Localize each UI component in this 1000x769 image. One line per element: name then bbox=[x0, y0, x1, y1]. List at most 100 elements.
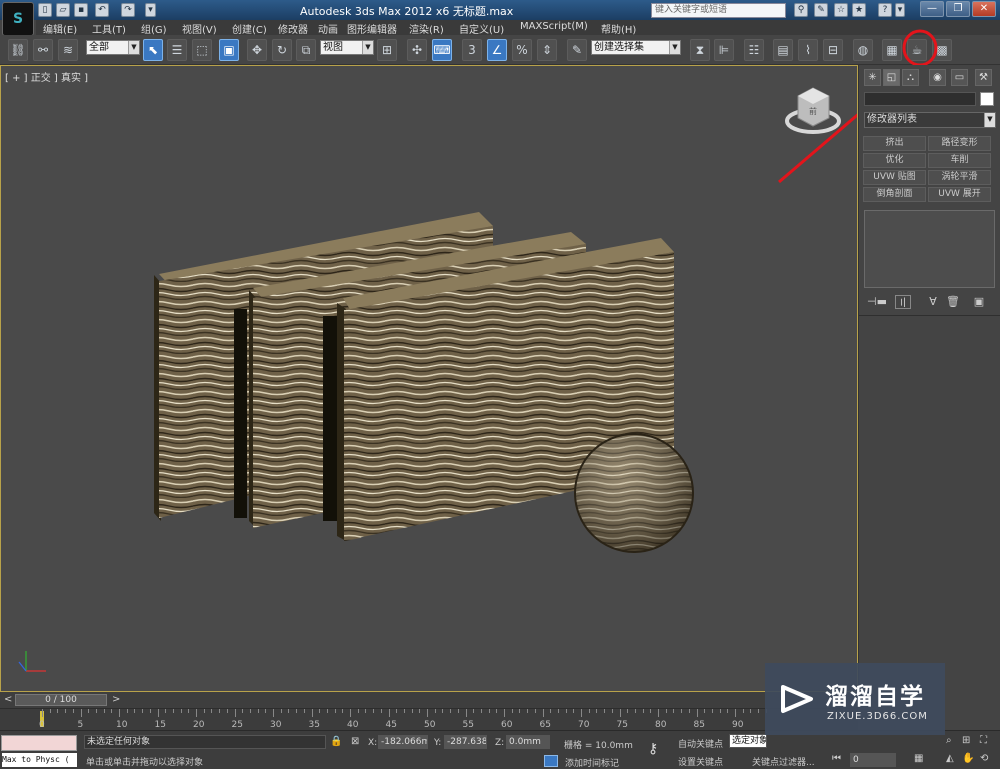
select-manipulate-icon[interactable]: ✣ bbox=[407, 39, 427, 61]
named-selection-sets-select[interactable]: 创建选择集 ▼ bbox=[591, 40, 681, 55]
mirror-icon[interactable]: ⧗ bbox=[690, 39, 710, 61]
menu-modifiers[interactable]: 修改器 bbox=[278, 21, 308, 36]
field-of-view-icon[interactable]: ◭ bbox=[946, 753, 954, 764]
orbit-icon[interactable]: ⟲ bbox=[980, 753, 988, 764]
auto-key-button[interactable]: 自动关键点 bbox=[678, 737, 723, 750]
object-name-field[interactable] bbox=[864, 92, 976, 106]
tab-create[interactable]: ✳ bbox=[864, 69, 881, 86]
time-slider-prev-button[interactable]: < bbox=[4, 694, 12, 705]
zoom-all-icon[interactable]: ⊞ bbox=[962, 735, 970, 746]
quick-access-dropdown-icon[interactable]: ▾ bbox=[145, 3, 156, 17]
pivot-center-icon[interactable]: ⊞ bbox=[377, 39, 397, 61]
absolute-mode-icon[interactable]: ⊠ bbox=[351, 736, 359, 747]
maxscript-listener-input[interactable] bbox=[1, 735, 77, 751]
redo-icon[interactable]: ↷ bbox=[121, 3, 135, 17]
search-input[interactable]: 键入关键字或短语 bbox=[651, 3, 786, 18]
time-slider-next-button[interactable]: > bbox=[112, 694, 120, 705]
modifier-unwrap-uvw-button[interactable]: UVW 展开 bbox=[928, 187, 991, 202]
time-tag-icon[interactable] bbox=[544, 755, 558, 767]
snaps-toggle-icon[interactable]: 3 bbox=[462, 39, 482, 61]
help-dropdown-icon[interactable]: ▾ bbox=[895, 3, 905, 17]
show-end-result-icon[interactable]: 〢 bbox=[895, 295, 911, 309]
selection-filter-select[interactable]: 全部 ▼ bbox=[86, 40, 140, 55]
menu-tools[interactable]: 工具(T) bbox=[92, 21, 126, 36]
x-coordinate-field[interactable]: -182.066m bbox=[378, 735, 428, 749]
object-color-swatch[interactable] bbox=[980, 92, 994, 106]
track-bar[interactable]: 0 5 10 15 20 25 30 35 40 45 50 55 60 65 70 75 80 85 90 bbox=[0, 708, 858, 730]
set-key-icon[interactable]: ⚷ bbox=[648, 741, 658, 757]
key-filters-button[interactable]: 关键点过滤器... bbox=[752, 755, 815, 768]
tab-hierarchy[interactable]: ⛬ bbox=[902, 69, 919, 86]
tab-motion[interactable]: ◉ bbox=[929, 69, 946, 86]
modifier-turbosmooth-button[interactable]: 涡轮平滑 bbox=[928, 170, 991, 185]
star-icon[interactable]: ★ bbox=[852, 3, 866, 17]
configure-modifier-sets-icon[interactable]: ▣ bbox=[971, 295, 987, 309]
keyboard-shortcut-override-icon[interactable]: ⌨ bbox=[432, 39, 452, 61]
graphite-tools-icon[interactable]: ▤ bbox=[773, 39, 793, 61]
edit-named-selection-icon[interactable]: ✎ bbox=[567, 39, 587, 61]
scale-icon[interactable]: ⧉ bbox=[296, 39, 316, 61]
align-icon[interactable]: ⊫ bbox=[714, 39, 734, 61]
material-editor-icon[interactable]: ◍ bbox=[853, 39, 873, 61]
zoom-icon[interactable]: ⌕ bbox=[946, 735, 952, 746]
selection-lock-icon[interactable]: 🔒 bbox=[330, 736, 342, 747]
key-mode-select[interactable]: 选定对象 bbox=[729, 734, 767, 748]
z-coordinate-field[interactable]: 0.0mm bbox=[506, 735, 550, 749]
close-button[interactable]: ✕ bbox=[972, 1, 996, 17]
menu-graph-editors[interactable]: 图形编辑器 bbox=[347, 21, 397, 36]
modifier-extrude-button[interactable]: 挤出 bbox=[863, 136, 926, 151]
time-configuration-icon[interactable]: ▦ bbox=[914, 753, 923, 764]
select-by-name-icon[interactable]: ☰ bbox=[167, 39, 187, 61]
pan-view-icon[interactable]: ✋ bbox=[962, 753, 974, 764]
rectangular-selection-icon[interactable]: ⬚ bbox=[192, 39, 212, 61]
zoom-extents-icon[interactable]: ⛶ bbox=[980, 735, 987, 746]
tools-icon[interactable]: ✎ bbox=[814, 3, 828, 17]
menu-customize[interactable]: 自定义(U) bbox=[459, 21, 504, 36]
menu-edit[interactable]: 编辑(E) bbox=[43, 21, 77, 36]
modifier-path-deform-button[interactable]: 路径变形 bbox=[928, 136, 991, 151]
pin-stack-icon[interactable]: ⊣▬ bbox=[867, 295, 887, 309]
link-icon[interactable]: ⛓ bbox=[8, 39, 28, 61]
save-file-icon[interactable]: ▪ bbox=[74, 3, 88, 17]
maxscript-output[interactable]: Max to Physc ( bbox=[2, 753, 77, 767]
undo-icon[interactable]: ↶ bbox=[95, 3, 109, 17]
menu-group[interactable]: 组(G) bbox=[141, 21, 167, 36]
open-file-icon[interactable]: ▱ bbox=[56, 3, 70, 17]
add-time-tag-button[interactable]: 添加时间标记 bbox=[565, 756, 619, 769]
current-frame-field[interactable]: 0 bbox=[850, 753, 896, 767]
modifier-optimize-button[interactable]: 优化 bbox=[863, 153, 926, 168]
remove-modifier-icon[interactable]: 🗑 bbox=[945, 295, 961, 309]
menu-create[interactable]: 创建(C) bbox=[232, 21, 267, 36]
time-slider[interactable]: < 0 / 100 > bbox=[0, 692, 858, 708]
modifier-lathe-button[interactable]: 车削 bbox=[928, 153, 991, 168]
render-setup-icon[interactable]: ▦ bbox=[882, 39, 902, 61]
perspective-viewport[interactable]: [ + ] 正交 ] 真实 ] 前 bbox=[0, 65, 858, 692]
percent-snap-icon[interactable]: % bbox=[512, 39, 532, 61]
help-icon[interactable]: ? bbox=[878, 3, 892, 17]
modifier-stack-list[interactable] bbox=[864, 210, 995, 288]
layer-manager-icon[interactable]: ☷ bbox=[744, 39, 764, 61]
schematic-view-icon[interactable]: ⊟ bbox=[823, 39, 843, 61]
tab-utilities[interactable]: ⚒ bbox=[975, 69, 992, 86]
make-unique-icon[interactable]: ∀ bbox=[925, 295, 941, 309]
curve-editor-icon[interactable]: ⌇ bbox=[798, 39, 818, 61]
rotate-icon[interactable]: ↻ bbox=[272, 39, 292, 61]
menu-maxscript[interactable]: MAXScript(M) bbox=[520, 21, 588, 32]
menu-animation[interactable]: 动画 bbox=[318, 21, 338, 36]
modifier-list-select[interactable]: 修改器列表 ▼ bbox=[864, 112, 996, 128]
y-coordinate-field[interactable]: -287.638m bbox=[444, 735, 487, 749]
select-object-icon[interactable]: ⬉ bbox=[143, 39, 163, 61]
tab-display[interactable]: ▭ bbox=[951, 69, 968, 86]
angle-snap-icon[interactable]: ∠ bbox=[487, 39, 507, 61]
set-key-button[interactable]: 设置关键点 bbox=[678, 755, 723, 768]
tab-modify[interactable]: ◱ bbox=[883, 69, 900, 86]
binoculars-icon[interactable]: ⚲ bbox=[794, 3, 808, 17]
time-slider-thumb[interactable]: 0 / 100 bbox=[15, 694, 107, 706]
unlink-icon[interactable]: ⚯ bbox=[33, 39, 53, 61]
menu-rendering[interactable]: 渲染(R) bbox=[409, 21, 444, 36]
move-icon[interactable]: ✥ bbox=[247, 39, 267, 61]
reference-coordinate-select[interactable]: 视图 ▼ bbox=[320, 40, 374, 55]
menu-views[interactable]: 视图(V) bbox=[182, 21, 217, 36]
window-crossing-icon[interactable]: ▣ bbox=[219, 39, 239, 61]
app-logo-button[interactable]: S bbox=[2, 2, 34, 36]
